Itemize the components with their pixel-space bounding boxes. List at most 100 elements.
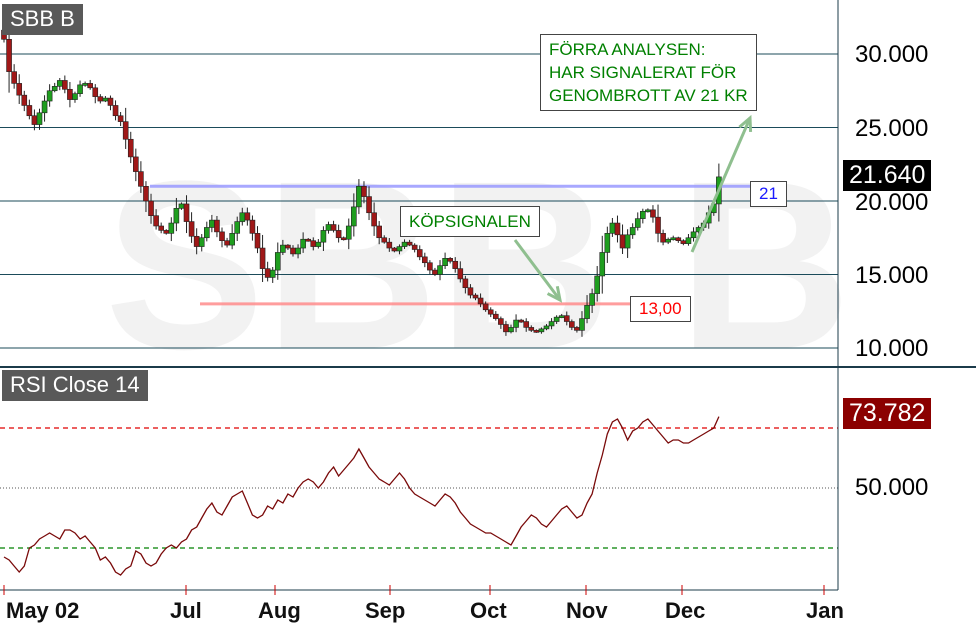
candle-body (82, 83, 88, 86)
x-tick-aug: Aug (258, 598, 301, 623)
candle-body (214, 219, 220, 233)
candle-body (259, 247, 266, 269)
candle-body (401, 241, 408, 247)
candle-body (11, 71, 17, 84)
candle-body (640, 210, 646, 219)
candle-body (77, 84, 83, 94)
candle-body (21, 94, 28, 106)
x-tick-jan: Jan (806, 598, 844, 623)
annotation-kop-line-1: KÖPSIGNALEN (409, 212, 531, 231)
candle-body (563, 315, 570, 322)
x-tick-may: May 02 (6, 598, 80, 623)
candle-body (487, 309, 494, 315)
watermark-layer: SBB B (105, 131, 852, 399)
rsi-series-line (3, 416, 720, 576)
candle-body (249, 219, 256, 234)
candle-body (198, 237, 205, 247)
candle-body (579, 318, 585, 331)
candle-body (122, 121, 129, 140)
candle-body (285, 244, 291, 249)
candle-body (452, 260, 459, 269)
candle-body (655, 216, 661, 234)
candle-body (467, 287, 474, 296)
candle-body (523, 321, 530, 328)
candle-body (274, 252, 281, 271)
candle-body (183, 203, 190, 222)
rsi-layer (0, 416, 838, 576)
rsi-panel-title: RSI Close 14 (2, 370, 148, 401)
candle-body (163, 230, 170, 234)
candle-body (224, 240, 230, 246)
candle-body (351, 206, 357, 227)
candle-body (107, 97, 114, 106)
candle-body (72, 93, 78, 100)
watermark-text: SBB B (105, 131, 852, 399)
candle-body (442, 258, 448, 266)
annotation-forra-line-2: HAR SIGNALERAT FÖR (549, 63, 737, 82)
candle-body (345, 225, 352, 240)
candle-body (584, 305, 590, 319)
candle-body (300, 238, 306, 249)
candle-body (310, 240, 317, 247)
candle-body (386, 241, 393, 249)
candle-body (538, 328, 545, 333)
annotation-kopsignalen: KÖPSIGNALEN (400, 206, 540, 237)
candle-body (269, 269, 276, 278)
candle-body (427, 262, 433, 271)
candle-body (675, 237, 682, 241)
candle-body (254, 233, 261, 249)
candle-body (381, 237, 388, 243)
candle-body (503, 324, 509, 333)
x-tick-oct: Oct (470, 598, 507, 623)
candle-body (589, 293, 595, 306)
candle-body (660, 233, 666, 243)
y-tick-25000: 25.000 (855, 115, 929, 142)
candle-body (188, 221, 195, 237)
candle-body (239, 212, 246, 222)
candle-body (396, 246, 403, 252)
candle-body (305, 238, 312, 242)
candle-body (340, 237, 347, 241)
candle-body (92, 87, 99, 97)
candle-body (335, 230, 342, 239)
rsi-last-value-label: 73.782 (843, 398, 932, 429)
candle-body (168, 222, 175, 234)
candle-body (320, 230, 327, 243)
candle-body (325, 224, 332, 231)
candle-body (148, 200, 154, 216)
annotation-forra-line-1: FÖRRA ANALYSEN: (549, 40, 706, 59)
candle-body (447, 258, 453, 262)
x-tick-dec: Dec (665, 598, 706, 623)
annotation-forra-analysen: FÖRRA ANALYSEN: HAR SIGNALERAT FÖR GENOM… (540, 34, 757, 111)
candle-body (290, 247, 296, 255)
candle-body (411, 244, 418, 250)
candle-body (599, 252, 606, 277)
candle-body (36, 112, 43, 125)
candle-body (670, 237, 677, 241)
candle-body (138, 171, 144, 187)
candle-body (604, 233, 611, 253)
candle-body (376, 225, 382, 239)
candle-body (219, 231, 225, 241)
candle-body (594, 275, 600, 294)
candle-body (508, 327, 514, 333)
candle-body (366, 196, 372, 214)
y-tick-10000: 10.000 (855, 335, 929, 362)
candle-body (173, 208, 180, 224)
last-price-label: 21.640 (843, 160, 932, 191)
candle-body (548, 321, 555, 327)
candle-body (437, 265, 443, 275)
candle-body (569, 321, 575, 328)
candle-body (234, 221, 241, 234)
candle-body (619, 234, 626, 249)
candle-body (624, 234, 631, 249)
x-tick-sep: Sep (365, 598, 406, 623)
candle-body (97, 96, 104, 102)
candle-body (264, 268, 271, 278)
candle-body (31, 115, 38, 125)
x-tick-nov: Nov (566, 598, 608, 623)
candle-body (56, 80, 63, 87)
candle-body (665, 238, 671, 243)
candle-body (472, 294, 479, 299)
candle-body (513, 319, 519, 328)
